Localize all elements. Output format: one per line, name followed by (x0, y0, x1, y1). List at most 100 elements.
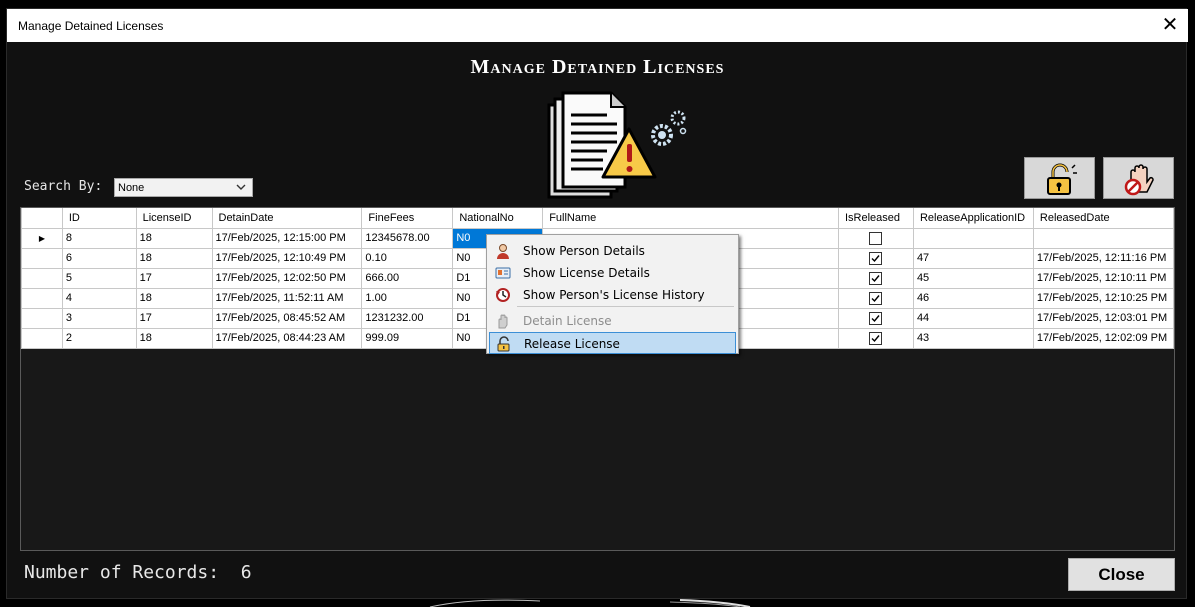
detained-document-icon (547, 91, 687, 199)
check-icon (871, 294, 880, 302)
cell-id[interactable]: 8 (61, 227, 137, 249)
cell-is-released[interactable] (837, 307, 914, 329)
cell-detain-date[interactable]: 17/Feb/2025, 12:15:00 PM (211, 227, 363, 249)
row-header[interactable] (21, 287, 63, 309)
cell-fine-fees[interactable]: 1.00 (361, 287, 454, 309)
search-by-dropdown[interactable]: None (114, 178, 253, 197)
records-count: 6 (240, 562, 252, 583)
menu-item-label: Show Person Details (523, 244, 645, 258)
unlock-icon (497, 336, 510, 352)
cell-id[interactable]: 6 (61, 247, 137, 269)
is-released-checkbox[interactable] (869, 311, 883, 325)
cell-fine-fees[interactable]: 12345678.00 (361, 227, 454, 249)
cell-license-id[interactable]: 17 (135, 267, 213, 289)
menu-item-show-license-details[interactable]: Show License Details (489, 262, 736, 284)
cell-id[interactable]: 2 (61, 327, 137, 349)
menu-item-show-license-history[interactable]: Show Person's License History (489, 284, 736, 306)
background-swoosh-decoration (429, 599, 751, 607)
column-header-license-id[interactable]: LicenseID (135, 208, 213, 229)
cell-fine-fees[interactable]: 999.09 (361, 327, 454, 349)
cell-released-date[interactable] (1032, 227, 1175, 249)
is-released-checkbox[interactable] (869, 251, 883, 265)
cell-is-released[interactable] (837, 247, 914, 269)
window-title: Manage Detained Licenses (18, 19, 164, 33)
manage-detained-licenses-window: Manage Detained Licenses ✕ Manage Detain… (6, 8, 1188, 599)
cell-license-id[interactable]: 18 (135, 287, 213, 309)
column-header-detain-date[interactable]: DetainDate (211, 208, 363, 229)
window-close-icon[interactable]: ✕ (1160, 13, 1180, 37)
cell-id[interactable]: 4 (61, 287, 137, 309)
is-released-checkbox[interactable] (869, 291, 883, 305)
search-by-selected-value: None (118, 182, 145, 194)
cell-id[interactable]: 5 (61, 267, 137, 289)
cell-is-released[interactable] (837, 267, 914, 289)
cell-detain-date[interactable]: 17/Feb/2025, 08:44:23 AM (211, 327, 363, 349)
cell-fine-fees[interactable]: 666.00 (361, 267, 454, 289)
cell-release-application-id[interactable]: 45 (912, 267, 1034, 289)
cell-released-date[interactable]: 17/Feb/2025, 12:03:01 PM (1032, 307, 1175, 329)
current-row-marker-icon: ▶ (38, 234, 45, 243)
row-context-menu: Show Person Details Show License Details… (486, 234, 739, 354)
close-button[interactable]: Close (1068, 558, 1175, 591)
check-icon (871, 254, 880, 262)
unlock-icon (1047, 163, 1077, 195)
menu-item-label: Show Person's License History (523, 288, 705, 302)
check-icon (871, 274, 880, 282)
chevron-down-icon (236, 184, 246, 190)
cell-released-date[interactable]: 17/Feb/2025, 12:02:09 PM (1032, 327, 1175, 349)
detain-license-button[interactable] (1103, 157, 1174, 199)
check-icon (871, 314, 880, 322)
cell-license-id[interactable]: 18 (135, 227, 213, 249)
is-released-checkbox[interactable] (869, 231, 883, 245)
row-header[interactable] (21, 267, 63, 289)
column-header-national-no[interactable]: NationalNo (452, 208, 544, 229)
menu-item-label: Detain License (523, 314, 612, 328)
table-header-row: ID LicenseID DetainDate FineFees Nationa… (21, 208, 1175, 229)
menu-separator (517, 306, 734, 307)
cell-released-date[interactable]: 17/Feb/2025, 12:10:25 PM (1032, 287, 1175, 309)
cell-id[interactable]: 3 (61, 307, 137, 329)
cell-release-application-id[interactable]: 46 (912, 287, 1034, 309)
cell-detain-date[interactable]: 17/Feb/2025, 12:10:49 PM (211, 247, 363, 269)
cell-is-released[interactable] (837, 227, 914, 249)
records-label: Number of Records: (24, 562, 220, 583)
cell-is-released[interactable] (837, 287, 914, 309)
detain-hand-icon (498, 314, 508, 329)
check-icon (871, 334, 880, 342)
column-header-fine-fees[interactable]: FineFees (361, 208, 454, 229)
cell-is-released[interactable] (837, 327, 914, 349)
column-header-is-released[interactable]: IsReleased (837, 208, 914, 229)
column-header-id[interactable]: ID (61, 208, 137, 229)
license-card-icon (495, 267, 511, 279)
cell-release-application-id[interactable] (912, 227, 1034, 249)
menu-item-label: Release License (524, 337, 620, 351)
cell-release-application-id[interactable]: 43 (912, 327, 1034, 349)
cell-released-date[interactable]: 17/Feb/2025, 12:11:16 PM (1032, 247, 1175, 269)
column-header-release-application-id[interactable]: ReleaseApplicationID (912, 208, 1034, 229)
row-header[interactable] (21, 327, 63, 349)
cell-fine-fees[interactable]: 0.10 (361, 247, 454, 269)
cell-license-id[interactable]: 18 (135, 327, 213, 349)
cell-release-application-id[interactable]: 44 (912, 307, 1034, 329)
menu-item-show-person-details[interactable]: Show Person Details (489, 240, 736, 262)
column-header-released-date[interactable]: ReleasedDate (1032, 208, 1175, 229)
row-header[interactable]: ▶ (21, 227, 63, 249)
cell-released-date[interactable]: 17/Feb/2025, 12:10:11 PM (1032, 267, 1175, 289)
history-icon (496, 288, 510, 302)
menu-item-detain-license[interactable]: Detain License (489, 310, 736, 332)
row-header[interactable] (21, 247, 63, 269)
cell-license-id[interactable]: 17 (135, 307, 213, 329)
column-header-full-name[interactable]: FullName (542, 208, 839, 229)
cell-detain-date[interactable]: 17/Feb/2025, 08:45:52 AM (211, 307, 363, 329)
is-released-checkbox[interactable] (869, 331, 883, 345)
release-license-button[interactable] (1024, 157, 1095, 199)
cell-detain-date[interactable]: 17/Feb/2025, 12:02:50 PM (211, 267, 363, 289)
is-released-checkbox[interactable] (869, 271, 883, 285)
row-header[interactable] (21, 307, 63, 329)
records-count-text: Number of Records: 6 (24, 562, 252, 583)
cell-release-application-id[interactable]: 47 (912, 247, 1034, 269)
cell-fine-fees[interactable]: 1231232.00 (361, 307, 454, 329)
cell-detain-date[interactable]: 17/Feb/2025, 11:52:11 AM (211, 287, 363, 309)
cell-license-id[interactable]: 18 (135, 247, 213, 269)
menu-item-release-license[interactable]: Release License (489, 332, 736, 354)
